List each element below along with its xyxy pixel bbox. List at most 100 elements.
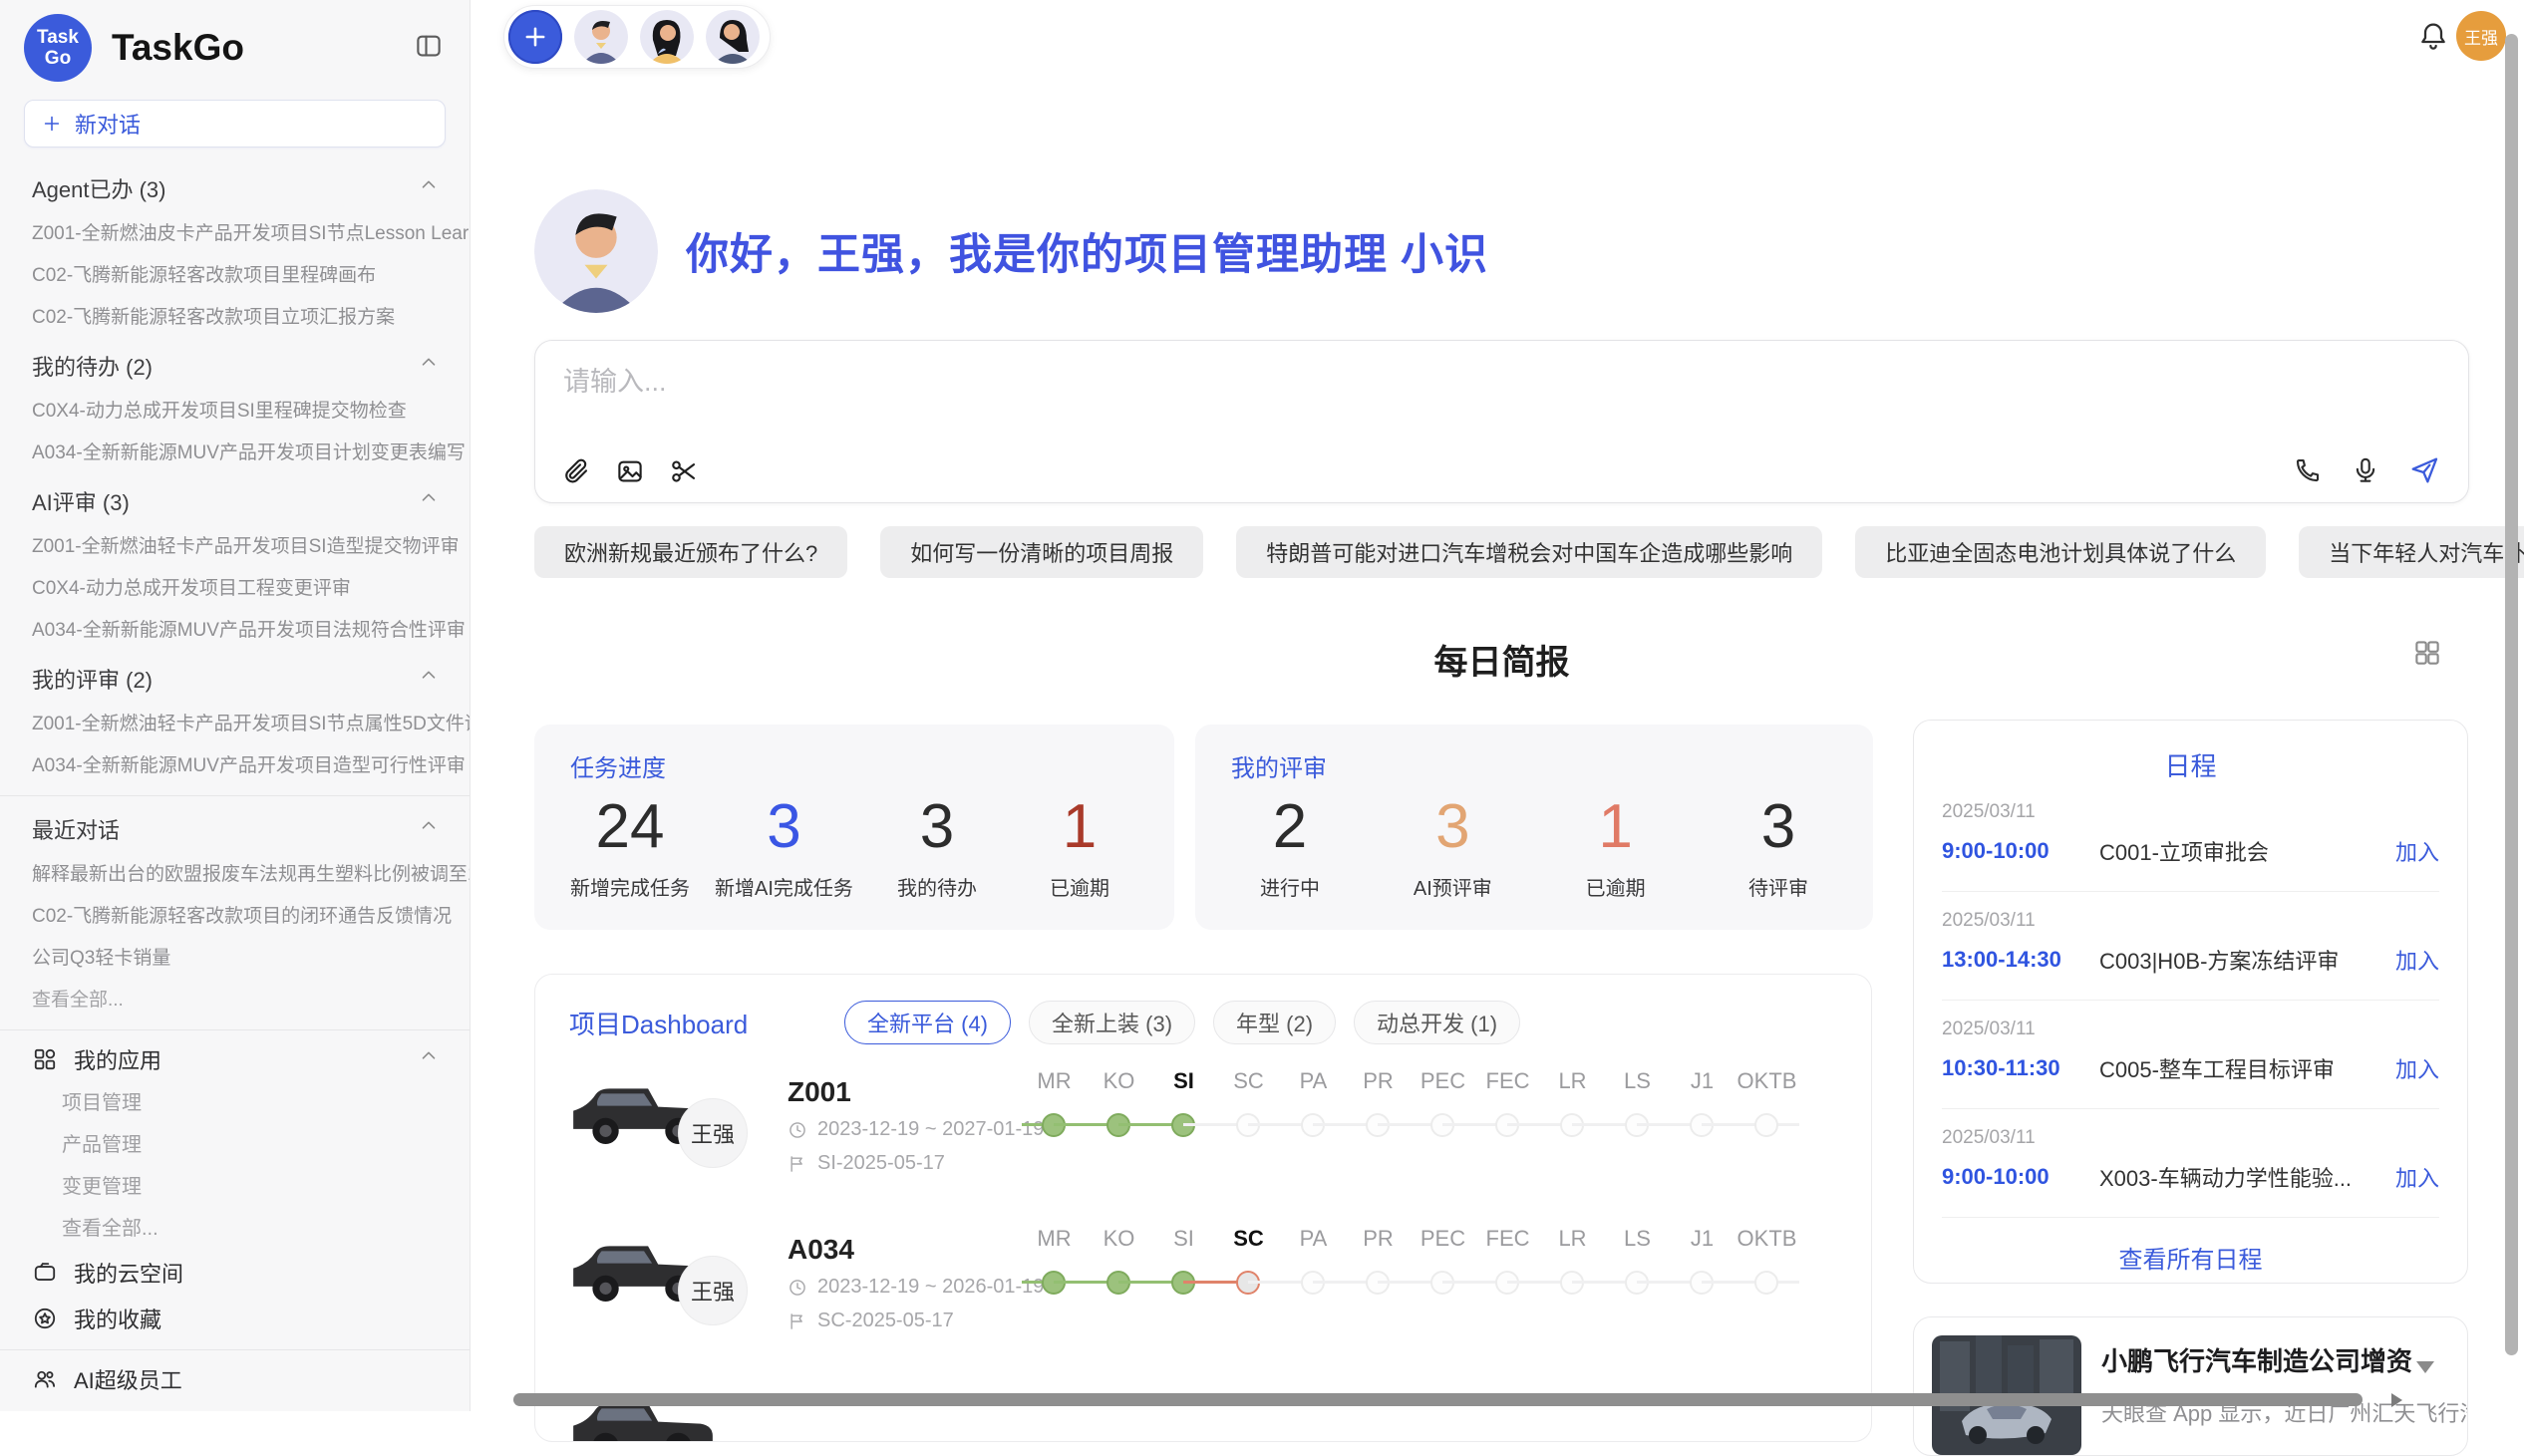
- project-owner-badge: 王强: [678, 1098, 748, 1168]
- suggestion-chip[interactable]: 特朗普可能对进口汽车增税会对中国车企造成哪些影响: [1236, 526, 1822, 578]
- divider: [0, 1349, 470, 1350]
- sidebar-item[interactable]: Z001-全新燃油皮卡产品开发项目SI节点Lesson Learn报告: [0, 213, 470, 255]
- chevron-up-icon[interactable]: [418, 174, 440, 202]
- section-label: 我的待办 (2): [32, 350, 153, 382]
- suggestion-chip[interactable]: 比亚迪全固态电池计划具体说了什么: [1855, 526, 2266, 578]
- task-progress-card: 任务进度 24 新增完成任务 3 新增AI完成任务 3 我的待办 1 已逾期: [534, 725, 1174, 930]
- sidebar-item[interactable]: A034-全新新能源MUV产品开发项目计划变更表编写: [0, 433, 470, 474]
- recent-view-all[interactable]: 查看全部...: [0, 980, 470, 1021]
- attachment-icon[interactable]: [561, 456, 591, 486]
- scroll-down-arrow[interactable]: [2416, 1361, 2434, 1373]
- tab-powertrain[interactable]: 动总开发 (1): [1354, 1001, 1520, 1044]
- suggestion-chip[interactable]: 如何写一份清晰的项目周报: [880, 526, 1203, 578]
- composer-left-tools: [561, 456, 699, 486]
- sidebar-item[interactable]: Z001-全新燃油轻卡产品开发项目SI造型提交物评审: [0, 526, 470, 568]
- join-link[interactable]: 加入: [2395, 835, 2439, 867]
- mic-icon[interactable]: [2351, 455, 2380, 485]
- join-link[interactable]: 加入: [2395, 1161, 2439, 1193]
- new-chat-button[interactable]: 新对话: [24, 100, 446, 147]
- chevron-up-icon[interactable]: [418, 352, 440, 380]
- tab-year-model[interactable]: 年型 (2): [1213, 1001, 1336, 1044]
- milestone-label: KO: [1087, 1068, 1151, 1094]
- event-title: C003|H0B-方案冻结评审: [2099, 944, 2395, 976]
- sidebar-item-ai-employee[interactable]: AI超级员工: [0, 1356, 470, 1402]
- project-row[interactable]: 王强 A034 2023-12-19 ~ 2026-01-19 SC-2025-…: [535, 1218, 1831, 1367]
- daily-briefing-title: 每日简报: [534, 635, 2469, 684]
- news-card[interactable]: 小鹏飞行汽车制造公司增资 天眼查 App 显示，近日广州汇天飞行汽...: [1913, 1316, 2468, 1456]
- recent-chat-item[interactable]: C02-飞腾新能源轻客改款项目的闭环通告反馈情况: [0, 896, 470, 938]
- sidebar-item[interactable]: C02-飞腾新能源轻客改款项目立项汇报方案: [0, 297, 470, 339]
- event-date: 2025/03/11: [1942, 910, 2439, 932]
- project-row-partial: [535, 1375, 1831, 1442]
- chat-input[interactable]: [563, 367, 1859, 398]
- send-icon[interactable]: [2408, 454, 2440, 486]
- section-my-review[interactable]: 我的评审 (2): [0, 652, 470, 704]
- sidebar-item[interactable]: A034-全新新能源MUV产品开发项目法规符合性评审: [0, 610, 470, 652]
- sidebar-item-help-write[interactable]: 帮我写作: [0, 1402, 470, 1411]
- my-review-card: 我的评审 2 进行中 3 AI预评审 1 已逾期 3 待评审: [1195, 725, 1873, 930]
- app-item-product-mgmt[interactable]: 产品管理: [0, 1124, 470, 1166]
- agent-avatar-2[interactable]: [640, 10, 694, 64]
- sidebar-item[interactable]: A034-全新新能源MUV产品开发项目造型可行性评审: [0, 745, 470, 787]
- chevron-up-icon[interactable]: [418, 487, 440, 515]
- section-ai-review[interactable]: AI评审 (3): [0, 474, 470, 526]
- flag-icon: [788, 1154, 807, 1174]
- join-link[interactable]: 加入: [2395, 1052, 2439, 1084]
- schedule-event: 2025/03/11 9:00-10:00 X003-车辆动力学性能验... 加…: [1942, 1109, 2439, 1218]
- chevron-up-icon[interactable]: [418, 665, 440, 693]
- event-date: 2025/03/11: [1942, 801, 2439, 823]
- clock-icon: [788, 1278, 807, 1298]
- sidebar-item-cloud-space[interactable]: 我的云空间: [0, 1250, 470, 1296]
- suggestion-chip[interactable]: 当下年轻人对汽车外观有怎样的喜好趋势: [2299, 526, 2524, 578]
- sidebar-item-my-apps[interactable]: 我的应用: [0, 1036, 470, 1082]
- phone-icon[interactable]: [2293, 455, 2323, 485]
- milestone-dot-OKTB[interactable]: [1754, 1113, 1778, 1137]
- project-row[interactable]: 王强 Z001 2023-12-19 ~ 2027-01-19 SI-2025-…: [535, 1060, 1831, 1210]
- milestone-label: SC: [1216, 1226, 1281, 1252]
- sidebar-item[interactable]: C0X4-动力总成开发项目工程变更评审: [0, 568, 470, 610]
- scroll-right-arrow[interactable]: [2391, 1393, 2402, 1407]
- milestone-dot-OKTB[interactable]: [1754, 1271, 1778, 1295]
- join-link[interactable]: 加入: [2395, 944, 2439, 976]
- sidebar-collapse-icon[interactable]: [414, 31, 444, 66]
- agent-avatar-3[interactable]: [706, 10, 760, 64]
- logo-text-top: Task: [37, 27, 79, 48]
- add-agent-button[interactable]: [508, 10, 562, 64]
- section-my-todo[interactable]: 我的待办 (2): [0, 339, 470, 391]
- view-all-schedule-link[interactable]: 查看所有日程: [1942, 1218, 2439, 1297]
- event-title: C001-立项审批会: [2099, 835, 2395, 867]
- dashboard-title: 项目Dashboard: [569, 1005, 844, 1041]
- divider: [0, 795, 470, 796]
- milestone-label: FEC: [1475, 1068, 1540, 1094]
- schedule-event: 2025/03/11 10:30-11:30 C005-整车工程目标评审 加入: [1942, 1001, 2439, 1109]
- section-agent-done[interactable]: Agent已办 (3): [0, 161, 470, 213]
- user-avatar[interactable]: 王强: [2456, 11, 2506, 61]
- cloud-space-label: 我的云空间: [74, 1257, 183, 1289]
- chevron-up-icon[interactable]: [418, 1045, 440, 1073]
- image-icon[interactable]: [615, 456, 645, 486]
- section-recent-chats[interactable]: 最近对话: [0, 802, 470, 854]
- app-item-change-mgmt[interactable]: 变更管理: [0, 1166, 470, 1208]
- suggestion-chip[interactable]: 欧洲新规最近颁布了什么?: [534, 526, 847, 578]
- tab-new-platform[interactable]: 全新平台 (4): [844, 1001, 1011, 1044]
- stat-ai-prereview: 3 AI预评审: [1394, 791, 1511, 901]
- notification-bell-icon[interactable]: [2417, 20, 2449, 57]
- briefing-layout-icon[interactable]: [2412, 638, 2442, 673]
- chevron-up-icon[interactable]: [418, 815, 440, 843]
- agent-avatar-1[interactable]: [574, 10, 628, 64]
- app-item-project-mgmt[interactable]: 项目管理: [0, 1082, 470, 1124]
- favorites-label: 我的收藏: [74, 1303, 161, 1334]
- scissors-icon[interactable]: [669, 456, 699, 486]
- sidebar-item[interactable]: C02-飞腾新能源轻客改款项目里程碑画布: [0, 255, 470, 297]
- vertical-scrollbar[interactable]: [2505, 34, 2518, 1355]
- milestone-label: PR: [1346, 1226, 1411, 1252]
- recent-chat-item[interactable]: 解释最新出台的欧盟报废车法规再生塑料比例被调至15%...: [0, 854, 470, 896]
- sidebar-item[interactable]: Z001-全新燃油轻卡产品开发项目SI节点属性5D文件评审: [0, 704, 470, 745]
- sidebar-item[interactable]: C0X4-动力总成开发项目SI里程碑提交物检查: [0, 391, 470, 433]
- apps-view-all[interactable]: 查看全部...: [0, 1208, 470, 1250]
- milestone-label: SI: [1151, 1068, 1216, 1094]
- tab-new-body[interactable]: 全新上装 (3): [1029, 1001, 1195, 1044]
- recent-chat-item[interactable]: 公司Q3轻卡销量: [0, 938, 470, 980]
- horizontal-scrollbar[interactable]: [513, 1393, 2363, 1406]
- sidebar-item-favorites[interactable]: 我的收藏: [0, 1296, 470, 1341]
